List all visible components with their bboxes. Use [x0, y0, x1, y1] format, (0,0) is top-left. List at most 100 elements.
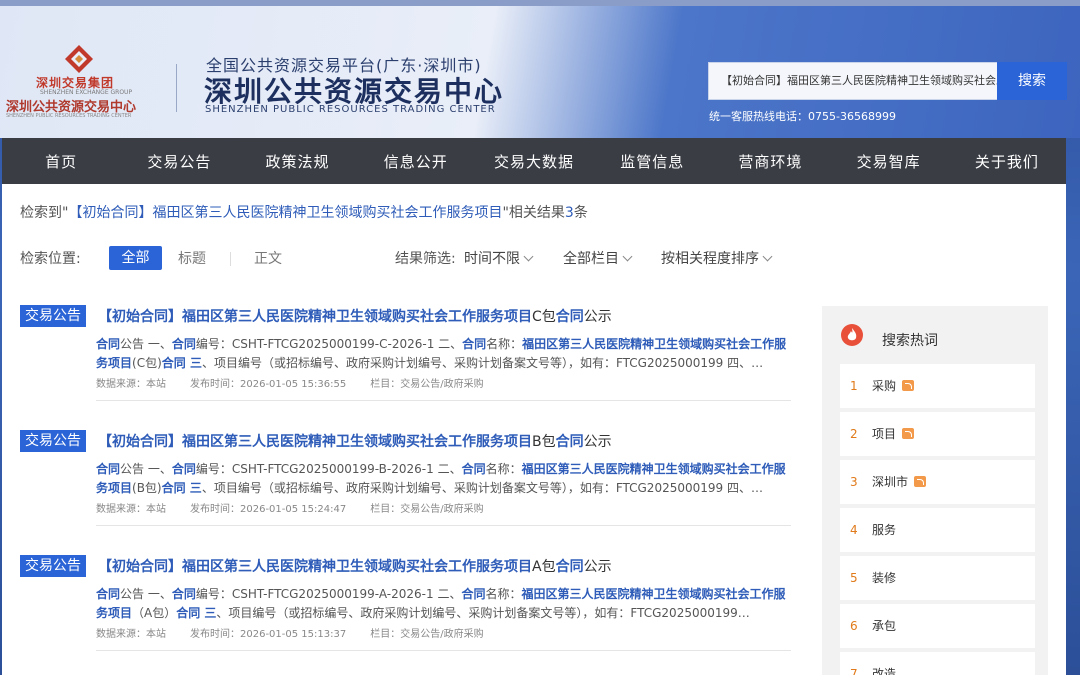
sort-label: 按相关程度排序 [661, 251, 759, 267]
hot-word-list: 1 采购 2 项目 3 深圳市 4 服务 5 装修 6 承包 7 改造 [840, 364, 1035, 675]
title-keyword: 【初始合同】福田区第三人民医院精神卫生领域购买社会工作服务项目 [98, 434, 532, 450]
snippet-keyword: 合同 [171, 462, 196, 476]
result-tag[interactable]: 交易公告 [20, 430, 86, 452]
column-filter-dropdown[interactable]: 全部栏目 [563, 248, 633, 268]
summary-count: 3 [564, 205, 574, 221]
hot-rank: 6 [850, 619, 858, 633]
result-source: 数据来源：本站 [96, 504, 166, 515]
hot-word-item[interactable]: 7 改造 [840, 652, 1035, 675]
hot-word-text: 采购 [872, 379, 897, 393]
result-snippet: 合同公告 一、合同编号：CSHT-FTCG2025000199-C-2026-1… [96, 335, 790, 373]
snippet-keyword: 合同 [461, 462, 486, 476]
center-name-en: SHENZHEN PUBLIC RESOURCES TRADING CENTER [205, 104, 496, 115]
result-title-link[interactable]: 【初始合同】福田区第三人民医院精神卫生领域购买社会工作服务项目A包合同公示 [98, 556, 612, 576]
nav-business-env[interactable]: 营商环境 [711, 151, 829, 172]
hot-word: 深圳市 [872, 460, 927, 504]
title-keyword: 【初始合同】福田区第三人民医院精神卫生领域购买社会工作服务项目 [98, 559, 532, 575]
search-input[interactable]: 【初始合同】福田区第三人民医院精神卫生领域购买社会工作服务项目 [708, 62, 998, 100]
filter-row: 检索位置: 全部 标题 正文 结果筛选: 时间不限 全部栏目 按相关程度排序 [20, 246, 1060, 270]
result-title-link[interactable]: 【初始合同】福田区第三人民医院精神卫生领域购买社会工作服务项目B包合同公示 [98, 431, 612, 451]
hot-word-item[interactable]: 4 服务 [840, 508, 1035, 552]
title-package: B包 [532, 434, 556, 450]
snippet-text: 、项目编号（或招标编号、政府采购计划编号、采购计划备案文号等），如有：FTCG2… [201, 356, 764, 370]
hot-word-text: 项目 [872, 427, 897, 441]
result-snippet: 合同公告 一、合同编号：CSHT-FTCG2025000199-A-2026-1… [96, 585, 790, 623]
snippet-text: 公告 一、 [120, 587, 172, 601]
hot-search-sidebar: 搜索热词 1 采购 2 项目 3 深圳市 4 服务 5 装修 6 承包 7 改造 [822, 306, 1048, 675]
nav-big-data[interactable]: 交易大数据 [475, 151, 593, 172]
rss-icon [914, 476, 927, 487]
snippet-text: 公告 一、 [120, 337, 172, 351]
time-filter-dropdown[interactable]: 时间不限 [464, 248, 534, 268]
snippet-keyword: 合同 [461, 587, 486, 601]
hot-rank: 3 [850, 475, 858, 489]
scope-body-button[interactable]: 正文 [254, 248, 282, 268]
hot-rank: 5 [850, 571, 858, 585]
flame-icon [841, 324, 863, 346]
result-source: 数据来源：本站 [96, 629, 166, 640]
result-time: 发布时间：2026-01-05 15:24:47 [190, 504, 347, 515]
title-suffix: 公示 [583, 309, 612, 325]
hot-word: 服务 [872, 523, 897, 537]
main-panel: 检索到"【初始合同】福田区第三人民医院精神卫生领域购买社会工作服务项目"相关结果… [2, 184, 1066, 675]
rss-icon [902, 380, 915, 391]
nav-home[interactable]: 首页 [2, 151, 120, 172]
nav-think-tank[interactable]: 交易智库 [830, 151, 948, 172]
hot-rank: 4 [850, 523, 858, 537]
hot-word: 改造 [872, 667, 897, 675]
hot-word: 项目 [872, 412, 915, 456]
scope-divider [230, 252, 231, 266]
result-divider [96, 400, 791, 401]
title-keyword: 合同 [555, 434, 584, 450]
nav-info-disclosure[interactable]: 信息公开 [357, 151, 475, 172]
result-tag[interactable]: 交易公告 [20, 305, 86, 327]
nav-supervision[interactable]: 监管信息 [593, 151, 711, 172]
snippet-keyword: 合同 [96, 337, 121, 351]
chevron-down-icon [762, 251, 773, 262]
hot-word-item[interactable]: 1 采购 [840, 364, 1035, 408]
snippet-text: 公告 一、 [120, 462, 172, 476]
nav-trading-notices[interactable]: 交易公告 [120, 151, 238, 172]
nav-policies[interactable]: 政策法规 [238, 151, 356, 172]
result-column: 栏目：交易公告/政府采购 [370, 504, 484, 515]
snippet-keyword: 合同 [96, 462, 121, 476]
hot-rank: 2 [850, 427, 858, 441]
sort-dropdown[interactable]: 按相关程度排序 [661, 248, 773, 268]
result-source: 数据来源：本站 [96, 379, 166, 390]
hot-word-item[interactable]: 5 装修 [840, 556, 1035, 600]
hot-rank: 1 [850, 379, 858, 393]
hot-rank: 7 [850, 667, 858, 675]
search-button[interactable]: 搜索 [997, 62, 1067, 100]
filter-label: 结果筛选: [395, 251, 456, 267]
result-divider [96, 525, 791, 526]
snippet-keyword: 合同 三 [176, 606, 217, 620]
snippet-keyword: 合同 [96, 587, 121, 601]
result-meta: 数据来源：本站 发布时间：2026-01-05 15:24:47 栏目：交易公告/政… [96, 500, 508, 515]
scope-all-button[interactable]: 全部 [109, 246, 162, 270]
snippet-keyword: 合同 三 [161, 356, 202, 370]
hot-word-item[interactable]: 6 承包 [840, 604, 1035, 648]
site-header: 深圳交易集团 SHENZHEN EXCHANGE GROUP 深圳公共资源交易中… [0, 6, 1080, 138]
snippet-text: 编号：CSHT-FTCG2025000199-C-2026-1 二、 [195, 337, 463, 351]
time-filter-label: 时间不限 [464, 251, 520, 267]
result-tag[interactable]: 交易公告 [20, 555, 86, 577]
nav-about[interactable]: 关于我们 [948, 151, 1066, 172]
snippet-text: （A包） [132, 606, 177, 620]
hot-word-item[interactable]: 2 项目 [840, 412, 1035, 456]
hot-word-item[interactable]: 3 深圳市 [840, 460, 1035, 504]
result-title-link[interactable]: 【初始合同】福田区第三人民医院精神卫生领域购买社会工作服务项目C包合同公示 [98, 306, 612, 326]
result-column: 栏目：交易公告/政府采购 [370, 629, 484, 640]
rss-icon [902, 428, 915, 439]
exchange-logo-icon [65, 45, 93, 73]
title-package: A包 [532, 559, 556, 575]
scope-title-button[interactable]: 标题 [178, 248, 206, 268]
result-time: 发布时间：2026-01-05 15:13:37 [190, 629, 347, 640]
snippet-text: (C包) [132, 356, 162, 370]
logo-divider [176, 64, 177, 112]
hotline-text: 统一客服热线电话：0755-36568999 [709, 110, 896, 123]
title-keyword: 合同 [555, 309, 584, 325]
title-suffix: 公示 [583, 559, 612, 575]
snippet-text: 编号：CSHT-FTCG2025000199-A-2026-1 二、 [195, 587, 462, 601]
hot-search-title: 搜索热词 [882, 333, 938, 349]
title-suffix: 公示 [583, 434, 612, 450]
